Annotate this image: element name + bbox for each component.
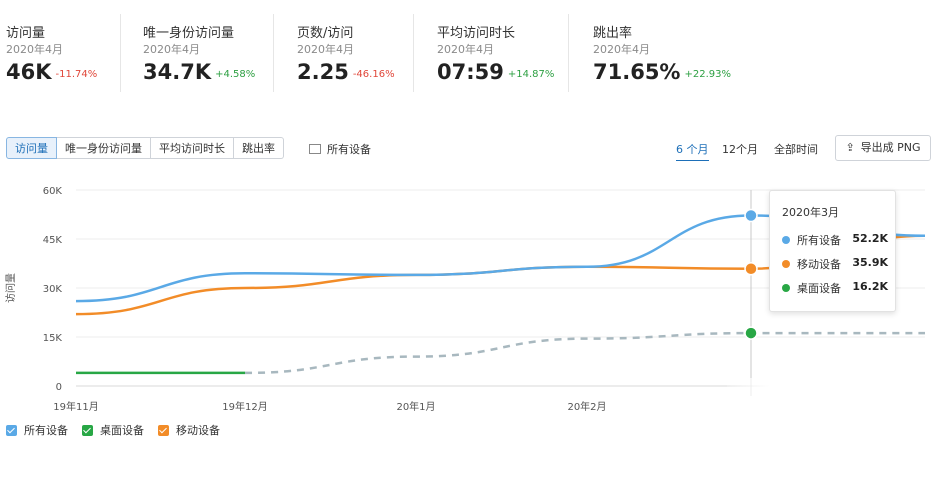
highlight-point xyxy=(744,208,758,223)
tooltip-series-name: 移动设备 xyxy=(797,258,841,271)
kpi-bounce-rate: 跳出率 2020年4月 71.65% +22.93% xyxy=(568,14,749,92)
tooltip-row-mobile: 移动设备 35.9K xyxy=(782,256,888,272)
kpi-avg-duration: 平均访问时长 2020年4月 07:59 +14.87% xyxy=(413,14,569,92)
kpi-value-number: 34.7K xyxy=(143,60,212,84)
range-all-time[interactable]: 全部时间 xyxy=(774,141,818,157)
kpi-value-number: 07:59 xyxy=(437,60,504,84)
tab-unique-visits[interactable]: 唯一身份访问量 xyxy=(57,137,151,159)
kpi-period: 2020年4月 xyxy=(297,43,354,56)
y-tick-labels: 0 15K 30K 45K 60K xyxy=(43,186,63,393)
tab-bounce-rate[interactable]: 跳出率 xyxy=(234,137,284,159)
kpi-title: 页数/访问 xyxy=(297,26,354,41)
legend-all-devices[interactable]: 所有设备 xyxy=(6,422,68,438)
y-tick-label: 45K xyxy=(43,235,63,246)
y-tick-label: 15K xyxy=(43,333,63,344)
export-icon: ⇪ xyxy=(845,141,855,154)
chart-tooltip: 2020年3月 所有设备 52.2K 移动设备 35.9K 桌面设备 16.2K xyxy=(769,190,896,312)
kpi-delta: +14.87% xyxy=(507,69,555,80)
kpi-value: 07:59 +14.87% xyxy=(437,60,554,84)
legend-label: 所有设备 xyxy=(24,424,68,437)
tooltip-row-desktop: 桌面设备 16.2K xyxy=(782,280,888,296)
range-12-months[interactable]: 12个月 xyxy=(722,141,758,157)
mobile-dot xyxy=(782,260,790,268)
kpi-title: 唯一身份访问量 xyxy=(143,26,235,41)
x-tick-labels: 19年11月 19年12月 20年1月 20年2月 xyxy=(53,400,606,413)
kpi-title: 跳出率 xyxy=(593,26,633,41)
device-filter-label: 所有设备 xyxy=(327,143,371,156)
kpi-delta: +4.58% xyxy=(215,69,256,80)
legend-label: 移动设备 xyxy=(176,424,220,437)
kpi-value: 71.65% +22.93% xyxy=(593,60,731,84)
kpi-title: 访问量 xyxy=(6,26,46,41)
x-tick-label: 20年1月 xyxy=(396,400,435,413)
checkbox-icon xyxy=(82,424,93,436)
kpi-delta: -11.74% xyxy=(55,69,98,80)
tooltip-series-value: 35.9K xyxy=(852,256,888,269)
all-devices-dot xyxy=(782,236,790,244)
desktop-dot xyxy=(782,284,790,292)
legend-label: 桌面设备 xyxy=(100,424,144,437)
y-tick-label: 60K xyxy=(43,186,63,197)
range-6-months[interactable]: 6 个月 xyxy=(676,141,709,161)
tooltip-series-value: 52.2K xyxy=(852,232,888,245)
chart-legend: 所有设备 桌面设备 移动设备 xyxy=(6,422,220,438)
kpi-visits: 访问量 2020年4月 46K -11.74% xyxy=(6,14,120,92)
checkbox-icon xyxy=(158,424,169,436)
kpi-pages-per-visit: 页数/访问 2020年4月 2.25 -46.16% xyxy=(273,14,414,92)
tooltip-title: 2020年3月 xyxy=(782,206,839,219)
kpi-title: 平均访问时长 xyxy=(437,26,516,41)
kpi-delta: +22.93% xyxy=(684,69,731,80)
tooltip-series-value: 16.2K xyxy=(852,280,888,293)
kpi-period: 2020年4月 xyxy=(437,43,494,56)
export-label: 导出成 PNG xyxy=(860,141,921,154)
kpi-value-number: 46K xyxy=(6,60,52,84)
x-tick-label: 20年2月 xyxy=(567,400,606,413)
y-tick-label: 0 xyxy=(56,382,62,393)
checkbox-icon xyxy=(6,424,17,436)
tooltip-row-all: 所有设备 52.2K xyxy=(782,232,888,248)
y-axis-label: 访问量 xyxy=(4,273,17,303)
kpi-strip: 访问量 2020年4月 46K -11.74% 唯一身份访问量 2020年4月 3… xyxy=(0,14,760,94)
y-tick-label: 30K xyxy=(43,284,63,295)
device-filter[interactable]: 所有设备 xyxy=(309,141,371,157)
kpi-period: 2020年4月 xyxy=(593,43,650,56)
kpi-value: 34.7K +4.58% xyxy=(143,60,255,84)
export-png-button[interactable]: ⇪ 导出成 PNG xyxy=(835,135,931,161)
x-tick-label: 19年12月 xyxy=(222,400,267,413)
kpi-value: 2.25 -46.16% xyxy=(297,60,395,84)
legend-desktop[interactable]: 桌面设备 xyxy=(82,422,144,438)
tab-visits[interactable]: 访问量 xyxy=(6,137,57,159)
devices-icon xyxy=(309,144,321,154)
kpi-value-number: 2.25 xyxy=(297,60,349,84)
kpi-period: 2020年4月 xyxy=(143,43,200,56)
kpi-period: 2020年4月 xyxy=(6,43,63,56)
kpi-delta: -46.16% xyxy=(352,69,395,80)
kpi-value-number: 71.65% xyxy=(593,60,681,84)
legend-mobile[interactable]: 移动设备 xyxy=(158,422,220,438)
x-tick-label: 19年11月 xyxy=(53,400,98,413)
series-line-desktop-projected xyxy=(244,331,925,375)
tooltip-series-name: 桌面设备 xyxy=(797,282,841,295)
tab-avg-duration[interactable]: 平均访问时长 xyxy=(151,137,234,159)
highlight-point xyxy=(744,326,758,340)
kpi-unique-visits: 唯一身份访问量 2020年4月 34.7K +4.58% xyxy=(120,14,271,92)
metric-tabs: 访问量 唯一身份访问量 平均访问时长 跳出率 xyxy=(6,137,284,159)
tooltip-series-name: 所有设备 xyxy=(797,234,841,247)
highlight-point xyxy=(744,261,758,276)
chart-fade xyxy=(727,378,938,418)
kpi-value: 46K -11.74% xyxy=(6,60,97,84)
